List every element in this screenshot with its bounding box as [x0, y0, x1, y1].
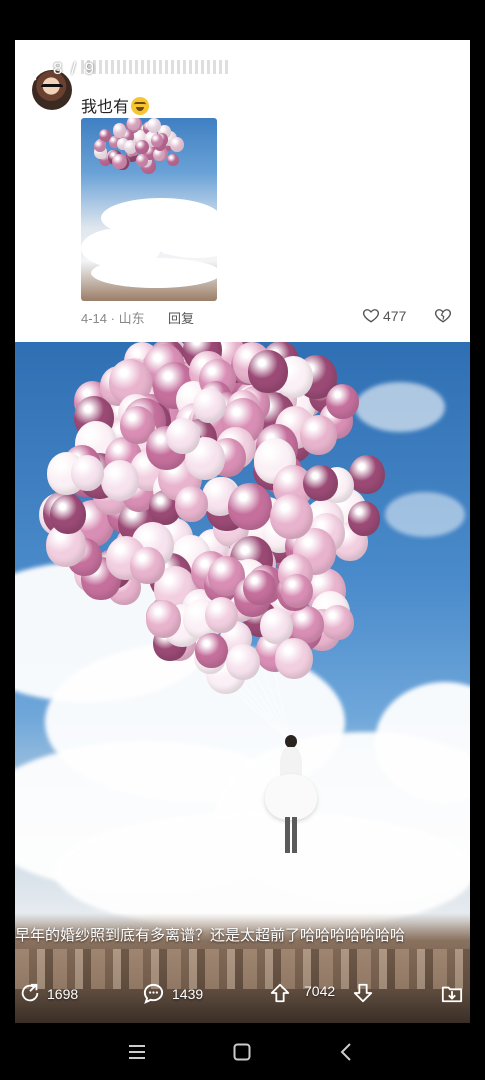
thumb-figure [163, 236, 171, 254]
balloon [204, 597, 238, 633]
balloon [195, 633, 228, 669]
download-icon [441, 986, 463, 1003]
balloon [166, 417, 200, 455]
figure-legs [285, 817, 297, 853]
reply-button[interactable]: 回复 [168, 308, 194, 327]
balloon [226, 644, 260, 680]
balloon [174, 486, 209, 523]
balloon [325, 383, 359, 420]
balloon [321, 604, 354, 640]
balloon [248, 350, 288, 394]
upvote-arrow-icon [270, 983, 290, 1003]
balloon [127, 118, 140, 130]
figure-skirt [265, 774, 317, 820]
grinning-face-emoji-icon [131, 97, 150, 115]
back-arrow-icon[interactable] [21, 58, 41, 82]
system-nav-bar [0, 1023, 485, 1080]
action-bar: 1698 1439 7042 [15, 980, 470, 1010]
balloon [70, 454, 104, 491]
heart-icon[interactable] [362, 306, 380, 324]
balloon [112, 153, 127, 169]
broken-heart-icon[interactable] [434, 306, 452, 324]
comment-username[interactable] [81, 60, 231, 74]
balloon [113, 123, 127, 138]
thumb-cloud [91, 258, 217, 288]
comment-count: 1439 [172, 986, 204, 1002]
back-icon[interactable] [336, 1041, 358, 1063]
balloon [49, 494, 87, 535]
balloon [193, 388, 227, 424]
balloon [146, 600, 182, 638]
balloon [130, 546, 165, 585]
comment-text-label: 我也有 [81, 99, 130, 116]
balloon [94, 139, 106, 152]
vote-count: 7042 [304, 983, 336, 999]
balloon [135, 154, 148, 168]
share-icon [21, 983, 39, 1002]
balloon [347, 500, 381, 536]
thumb-cloud [151, 223, 217, 258]
balloon [100, 459, 139, 501]
post-caption: 早年的婚纱照到底有多离谱？还是太超前了哈哈哈哈哈哈哈 [15, 927, 406, 944]
balloon [151, 133, 164, 147]
comment-text: 我也有 [81, 93, 150, 117]
downvote-arrow-icon [353, 983, 373, 1003]
menu-icon[interactable] [126, 1041, 148, 1063]
balloon [167, 153, 180, 167]
balloon [228, 482, 272, 530]
comment-card: 我也有 4-14 · 山东 回复 477 8 / 9 [15, 40, 470, 342]
balloon [169, 136, 185, 153]
home-icon[interactable] [231, 1041, 253, 1063]
balloon [274, 638, 313, 680]
balloon [348, 455, 385, 495]
post-viewer: 我也有 4-14 · 山东 回复 477 8 / 9 早年的婚纱照到底有多离谱？… [15, 40, 470, 1023]
comment-image[interactable] [81, 118, 217, 301]
post-photo[interactable] [15, 342, 470, 1023]
comment-date-location: 4-14 · 山东 [81, 311, 145, 326]
balloon [280, 574, 313, 609]
like-count: 477 [383, 308, 407, 324]
page-counter: 8 / 9 [53, 59, 97, 78]
comment-bubble-icon [143, 983, 164, 1004]
balloon [299, 415, 337, 456]
balloon [303, 464, 338, 502]
balloon [135, 139, 149, 155]
status-bar [0, 0, 485, 40]
balloon [243, 570, 276, 606]
balloon [146, 118, 161, 134]
balloon [270, 493, 313, 540]
share-count: 1698 [47, 986, 79, 1002]
